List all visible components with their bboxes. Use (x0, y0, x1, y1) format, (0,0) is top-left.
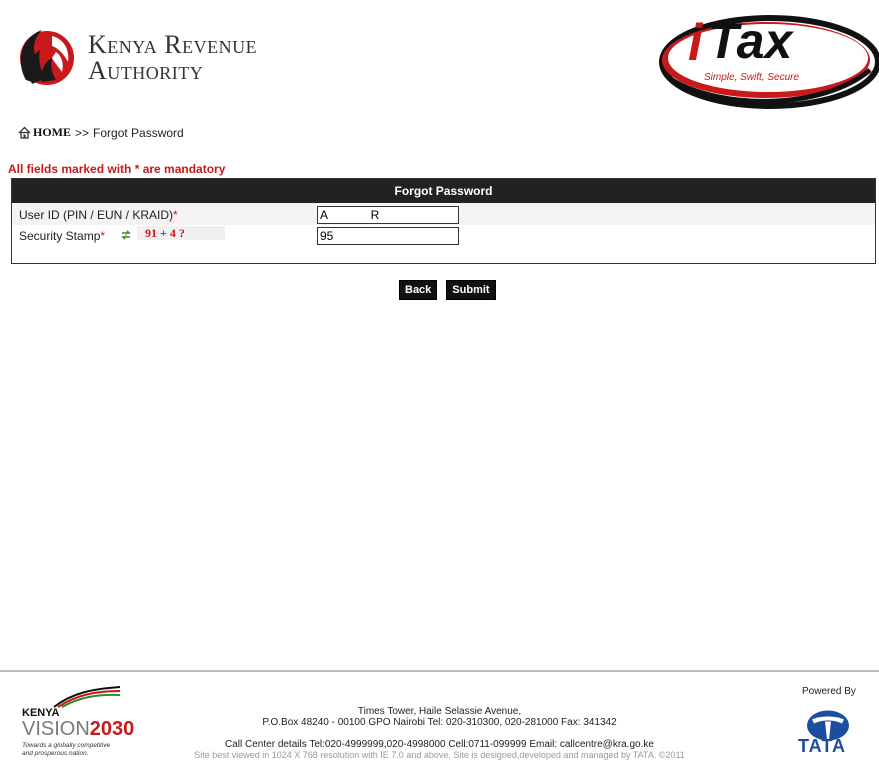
itax-wordmark: Tax (708, 13, 794, 69)
org-name-line1: Kenya Revenue (88, 30, 258, 59)
kra-name: Kenya Revenue Authority (88, 32, 257, 84)
kra-lion-logo (20, 30, 74, 85)
user-id-row: User ID (PIN / EUN / KRAID)* (12, 205, 875, 225)
panel-title: Forgot Password (12, 179, 875, 203)
breadcrumb: HOME >> Forgot Password (18, 125, 184, 140)
user-id-input[interactable] (317, 206, 459, 224)
itax-i: i (688, 14, 704, 72)
back-button[interactable]: Back (399, 280, 438, 300)
itax-logo: i Tax Simple, Swift, Secure (659, 13, 879, 109)
form-actions: Back Submit (399, 280, 496, 300)
home-icon[interactable] (18, 126, 31, 139)
forgot-password-panel: Forgot Password User ID (PIN / EUN / KRA… (11, 178, 876, 264)
captcha-image: 91 + 4 ? (137, 226, 225, 240)
security-stamp-row: Security Stamp* 91 + 4 ? (12, 226, 875, 246)
required-asterisk: * (100, 229, 106, 243)
required-asterisk: * (173, 208, 178, 222)
address-line-2: P.O.Box 48240 - 00100 GPO Nairobi Tel: 0… (262, 717, 617, 728)
user-id-label-text: User ID (PIN / EUN / KRAID) (19, 208, 174, 222)
org-name-line2: Authority (88, 56, 204, 85)
call-center-details: Call Center details Tel:020-4999999,020-… (225, 739, 654, 750)
breadcrumb-home-link[interactable]: HOME (33, 125, 71, 140)
refresh-captcha-icon[interactable] (120, 229, 132, 241)
security-stamp-label-text: Security Stamp (19, 229, 101, 243)
powered-by-label: Powered By (802, 686, 856, 697)
submit-button[interactable]: Submit (446, 280, 496, 300)
itax-tagline: Simple, Swift, Secure (704, 72, 799, 83)
breadcrumb-separator: >> (75, 125, 90, 140)
security-stamp-label: Security Stamp* (19, 229, 105, 243)
mandatory-note: All fields marked with * are mandatory (8, 162, 226, 176)
tata-wordmark: TATA (798, 736, 846, 756)
security-stamp-input[interactable] (317, 227, 459, 245)
user-id-label: User ID (PIN / EUN / KRAID)* (19, 208, 178, 222)
footer: KENYA VISION2030 Towards a globally comp… (0, 670, 879, 770)
breadcrumb-current: Forgot Password (93, 125, 184, 140)
address-line-1: Times Tower, Haile Selassie Avenue, (357, 706, 522, 717)
best-viewed-note: Site best viewed in 1024 X 768 resolutio… (194, 750, 685, 760)
